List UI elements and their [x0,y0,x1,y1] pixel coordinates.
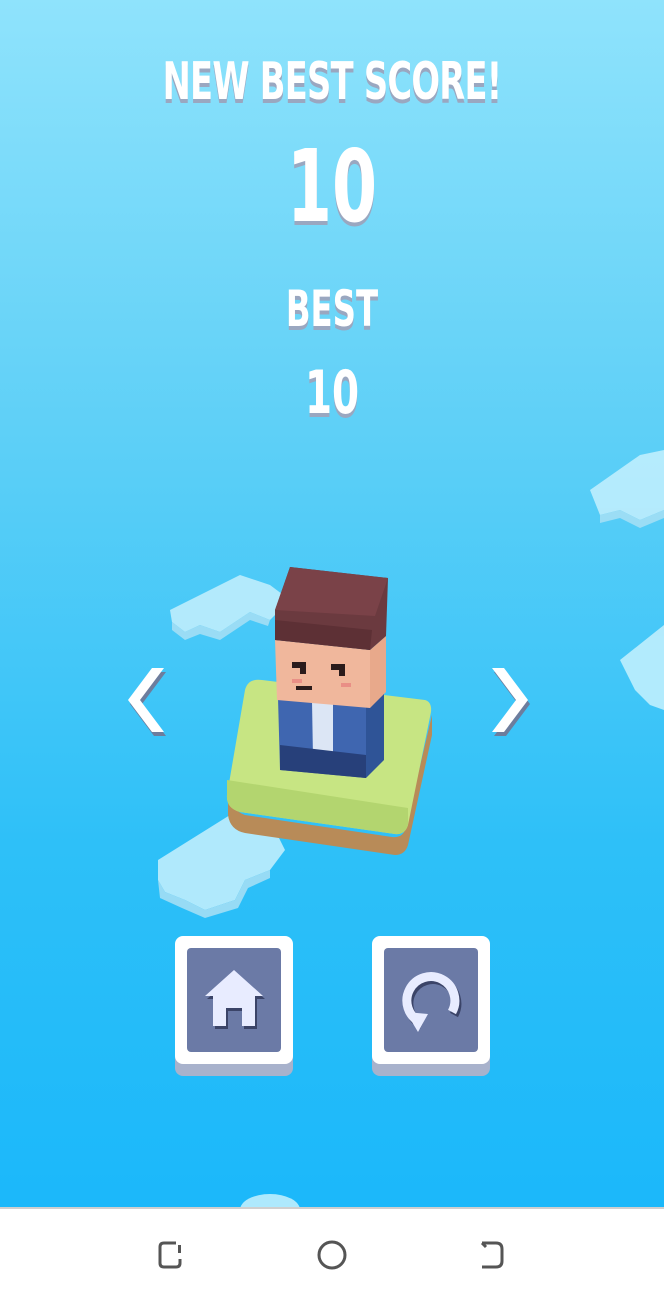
chevron-right-icon [492,668,530,736]
back-icon [480,1241,504,1269]
previous-character-button[interactable] [118,660,178,740]
circle-home-icon [317,1240,347,1270]
character-scene [226,567,432,855]
system-navigation-bar [0,1207,664,1299]
recent-apps-button[interactable] [152,1237,192,1273]
recent-apps-icon [158,1241,182,1269]
back-button[interactable] [472,1237,512,1273]
system-home-button[interactable] [312,1237,352,1273]
home-button[interactable] [175,936,293,1076]
chevron-left-icon [128,668,166,736]
blocky-character [275,567,388,778]
next-character-button[interactable] [478,660,538,740]
game-screen: NEW BEST SCORE! 10 BEST 10 [0,0,664,1207]
restart-button[interactable] [372,936,490,1076]
